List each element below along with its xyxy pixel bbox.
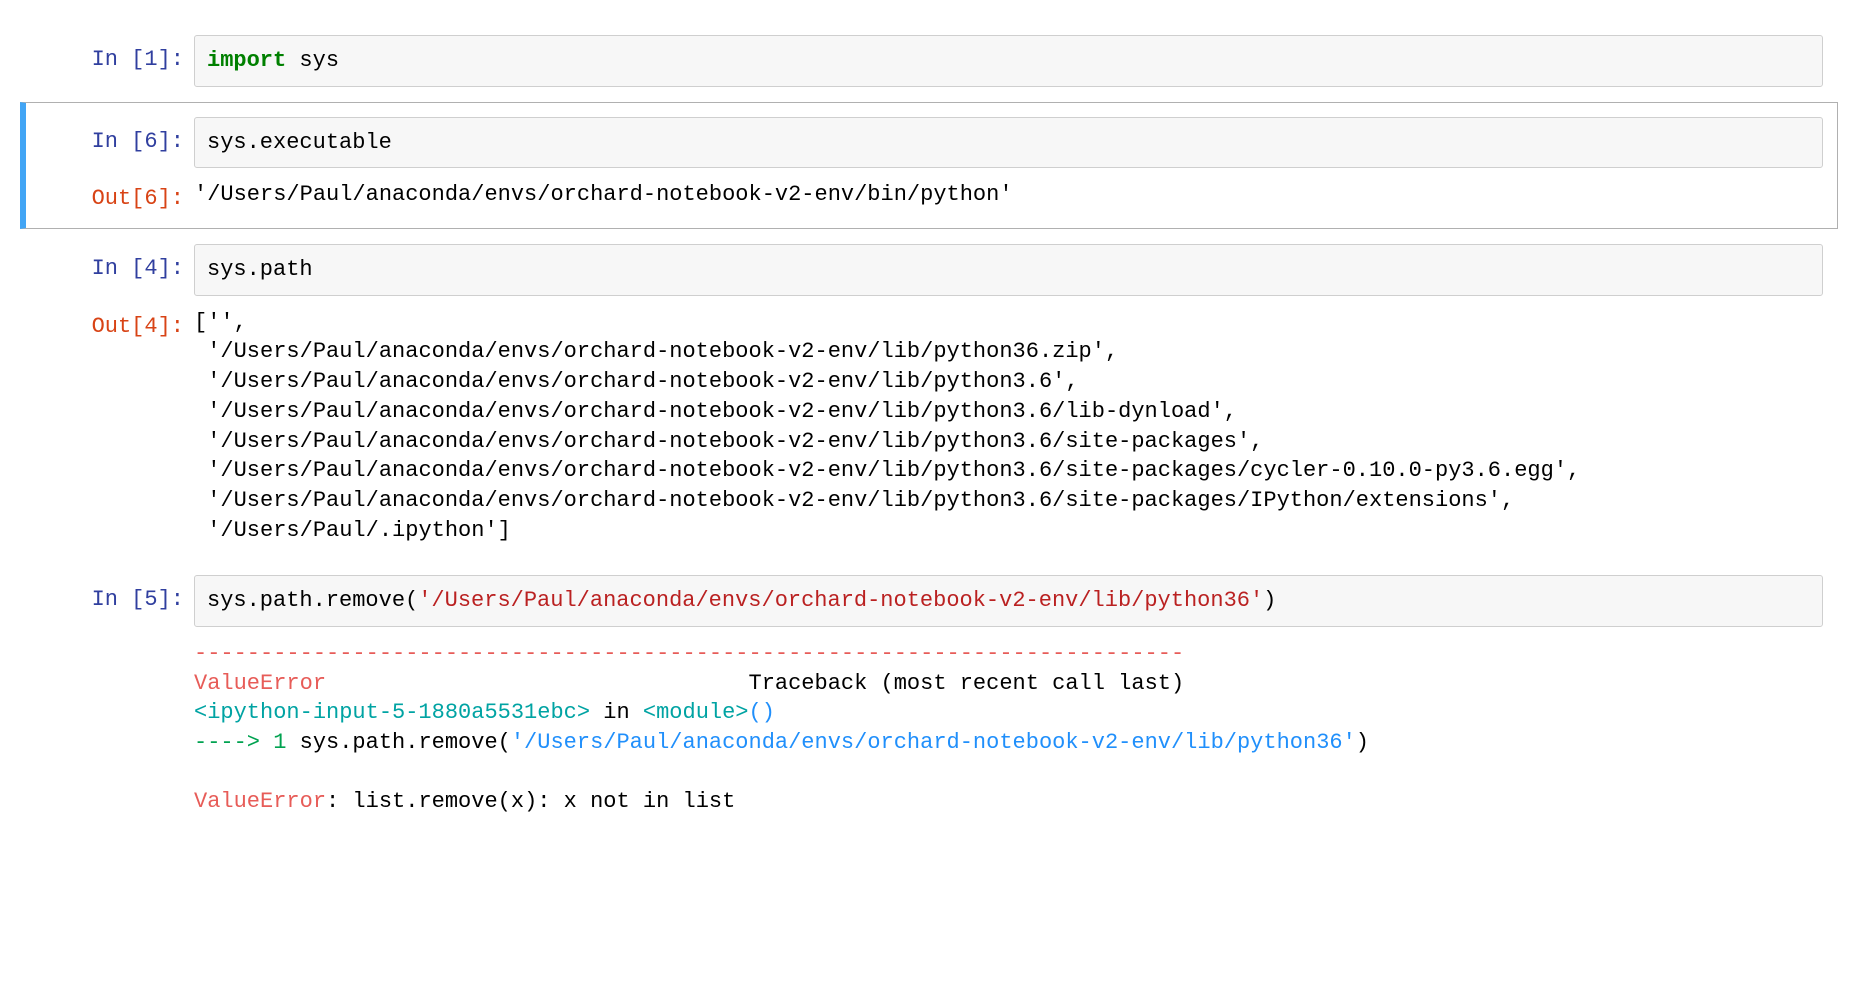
code-string: '/Users/Paul/anaconda/envs/orchard-noteb…: [418, 588, 1263, 613]
out-prompt: Out[6]:: [26, 174, 194, 214]
in-prompt: In [5]:: [26, 575, 194, 615]
code-pre: sys.path.remove(: [207, 588, 418, 613]
traceback-line-pre: sys.path.remove(: [286, 730, 510, 755]
keyword-import: import: [207, 48, 286, 73]
traceback-line-close: ): [1356, 730, 1369, 755]
traceback-parens: (): [749, 700, 775, 725]
traceback-label: Traceback (most recent call last): [326, 671, 1184, 696]
traceback-location-1: <ipython-input-5-1880a5531ebc>: [194, 700, 590, 725]
out-prompt: Out[4]:: [26, 302, 194, 342]
error-name-final: ValueError: [194, 789, 326, 814]
code-post: ): [1263, 588, 1276, 613]
traceback-output: ----------------------------------------…: [194, 633, 1823, 817]
in-prompt: In [4]:: [26, 244, 194, 284]
in-prompt: In [1]:: [26, 35, 194, 75]
traceback-arrow: ----> 1: [194, 730, 286, 755]
code-cell-4: In [5]: sys.path.remove('/Users/Paul/ana…: [20, 560, 1838, 832]
code-rest: sys: [286, 48, 339, 73]
code-text: sys.path: [207, 257, 313, 282]
code-cell-2[interactable]: In [6]: sys.executable Out[6]: '/Users/P…: [20, 102, 1838, 229]
error-message: : list.remove(x): x not in list: [326, 789, 735, 814]
traceback-location-2: <module>: [643, 700, 749, 725]
traceback-in: in: [590, 700, 643, 725]
traceback-line-string: '/Users/Paul/anaconda/envs/orchard-noteb…: [511, 730, 1356, 755]
empty-prompt: [26, 633, 194, 643]
code-input[interactable]: sys.path.remove('/Users/Paul/anaconda/en…: [194, 575, 1823, 627]
code-input[interactable]: sys.path: [194, 244, 1823, 296]
code-cell-1: In [1]: import sys: [20, 20, 1838, 102]
in-prompt: In [6]:: [26, 117, 194, 157]
code-cell-3: In [4]: sys.path Out[4]: ['', '/Users/Pa…: [20, 229, 1838, 560]
code-input[interactable]: import sys: [194, 35, 1823, 87]
output-text: ['', '/Users/Paul/anaconda/envs/orchard-…: [194, 302, 1823, 546]
code-text: sys.executable: [207, 130, 392, 155]
traceback-dashes: ----------------------------------------…: [194, 641, 1184, 666]
error-name: ValueError: [194, 671, 326, 696]
code-input[interactable]: sys.executable: [194, 117, 1823, 169]
output-text: '/Users/Paul/anaconda/envs/orchard-noteb…: [194, 174, 1823, 210]
